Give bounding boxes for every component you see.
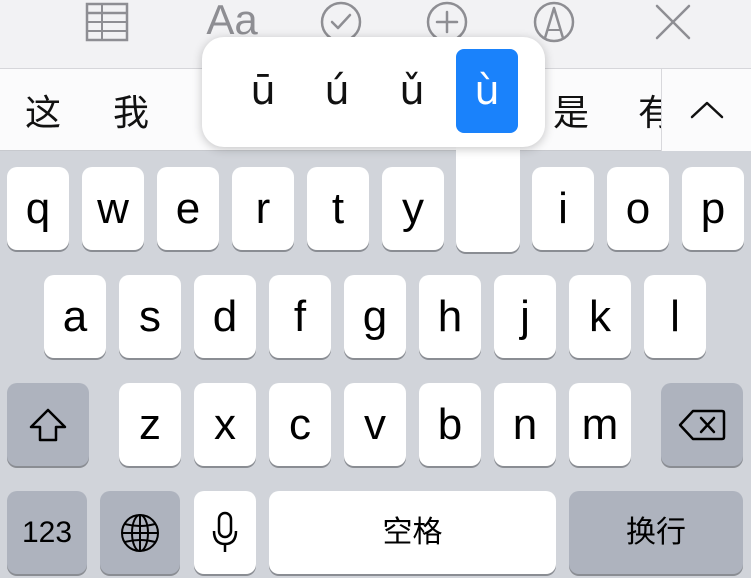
- key-label: q: [25, 183, 51, 233]
- accent-option-selected[interactable]: ù: [456, 49, 518, 133]
- key-label: j: [520, 291, 530, 341]
- key-m[interactable]: m: [569, 383, 631, 466]
- key-label: x: [214, 399, 236, 449]
- key-label: 123: [21, 515, 73, 549]
- expand-candidates-button[interactable]: [661, 69, 751, 151]
- key-k[interactable]: k: [569, 275, 631, 358]
- return-key[interactable]: 换行: [569, 491, 743, 574]
- numbers-key[interactable]: 123: [7, 491, 87, 574]
- key-c[interactable]: c: [269, 383, 331, 466]
- key-label: b: [437, 399, 463, 449]
- key-u-pressed[interactable]: [456, 140, 520, 252]
- globe-icon: [121, 513, 159, 552]
- chevron-up-icon: [690, 101, 723, 119]
- accent-popup: ū ú ǔ ù: [202, 37, 545, 147]
- candidate-item[interactable]: 是: [538, 69, 604, 151]
- accent-option[interactable]: ū: [232, 49, 294, 133]
- key-s[interactable]: s: [119, 275, 181, 358]
- key-b[interactable]: b: [419, 383, 481, 466]
- space-key[interactable]: 空格: [269, 491, 556, 574]
- key-label: m: [581, 399, 619, 449]
- key-label: n: [512, 399, 538, 449]
- key-p[interactable]: p: [682, 167, 744, 250]
- shift-key[interactable]: [7, 383, 89, 466]
- key-a[interactable]: a: [44, 275, 106, 358]
- close-icon[interactable]: [648, 0, 698, 44]
- key-i[interactable]: i: [532, 167, 594, 250]
- key-label: f: [293, 291, 307, 341]
- key-e[interactable]: e: [157, 167, 219, 250]
- key-label: 空格: [382, 515, 443, 549]
- key-l[interactable]: l: [644, 275, 706, 358]
- accent-option[interactable]: ú: [306, 49, 368, 133]
- key-label: l: [670, 291, 680, 341]
- key-label: g: [362, 291, 388, 341]
- key-label: a: [62, 291, 88, 341]
- dictation-key[interactable]: [194, 491, 256, 574]
- shift-icon: [29, 408, 67, 441]
- microphone-icon: [212, 511, 238, 552]
- table-icon[interactable]: [82, 0, 132, 44]
- delete-key[interactable]: [661, 383, 743, 466]
- backspace-icon: [678, 409, 726, 440]
- key-label: h: [437, 291, 463, 341]
- key-q[interactable]: q: [7, 167, 69, 250]
- key-x[interactable]: x: [194, 383, 256, 466]
- key-v[interactable]: v: [344, 383, 406, 466]
- key-label: k: [589, 291, 611, 341]
- key-label: i: [558, 183, 568, 233]
- key-r[interactable]: r: [232, 167, 294, 250]
- key-label: t: [331, 183, 345, 233]
- key-w[interactable]: w: [82, 167, 144, 250]
- key-t[interactable]: t: [307, 167, 369, 250]
- key-j[interactable]: j: [494, 275, 556, 358]
- key-h[interactable]: h: [419, 275, 481, 358]
- key-label: 换行: [626, 515, 686, 549]
- candidate-item[interactable]: 这: [10, 69, 76, 151]
- key-z[interactable]: z: [119, 383, 181, 466]
- key-label: s: [139, 291, 161, 341]
- key-n[interactable]: n: [494, 383, 556, 466]
- key-o[interactable]: o: [607, 167, 669, 250]
- key-label: r: [255, 183, 271, 233]
- key-label: d: [212, 291, 238, 341]
- globe-key[interactable]: [100, 491, 180, 574]
- key-label: v: [364, 399, 386, 449]
- key-label: y: [402, 183, 424, 233]
- key-label: o: [625, 183, 651, 233]
- candidate-item[interactable]: 我: [98, 69, 164, 151]
- key-label: z: [139, 399, 161, 449]
- key-d[interactable]: d: [194, 275, 256, 358]
- key-label: c: [289, 399, 311, 449]
- key-label: e: [175, 183, 201, 233]
- key-f[interactable]: f: [269, 275, 331, 358]
- accent-option[interactable]: ǔ: [381, 49, 443, 133]
- markup-icon[interactable]: [529, 0, 579, 44]
- key-g[interactable]: g: [344, 275, 406, 358]
- key-label: p: [700, 183, 726, 233]
- key-y[interactable]: y: [382, 167, 444, 250]
- key-label: w: [97, 183, 129, 233]
